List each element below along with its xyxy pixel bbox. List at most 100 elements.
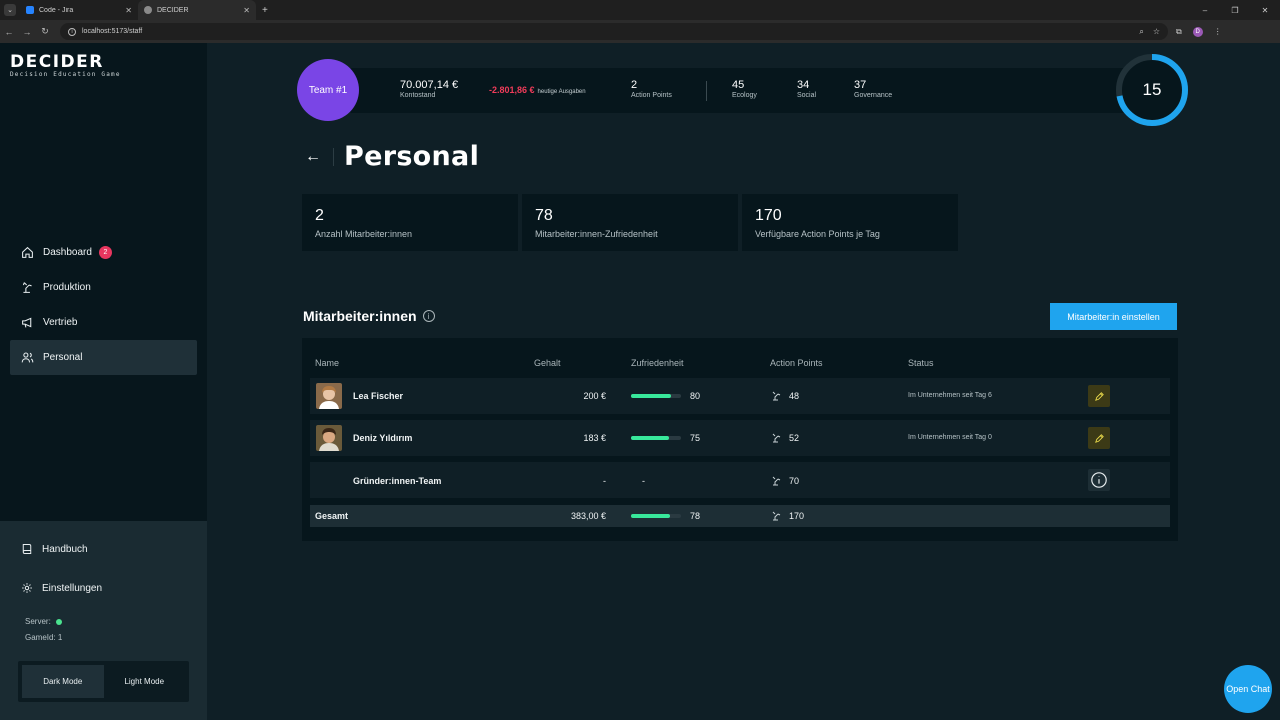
satisfaction-bar-fill xyxy=(631,436,669,440)
zoom-icon[interactable]: ⌕ xyxy=(1139,27,1143,37)
minimize-icon[interactable]: – xyxy=(1190,6,1220,15)
browser-tabbar: ⌄ Code - Jira ✕ DECIDER ✕ + – ❐ ✕ xyxy=(0,0,1280,20)
sidebar-item-handbuch[interactable]: Handbuch xyxy=(21,543,88,555)
book-icon xyxy=(22,544,32,554)
sidebar-item-dashboard[interactable]: Dashboard 2 xyxy=(10,235,197,270)
info-icon xyxy=(1091,472,1107,488)
satisfaction-bar xyxy=(631,394,681,398)
close-window-icon[interactable]: ✕ xyxy=(1250,6,1280,15)
pencil-icon xyxy=(1094,391,1104,401)
action-point-icon xyxy=(772,476,781,486)
info-icon[interactable]: i xyxy=(422,310,435,322)
forward-icon[interactable]: → xyxy=(18,27,36,37)
sidebar-item-vertrieb[interactable]: Vertrieb xyxy=(10,305,197,340)
employee-status: Im Unternehmen seit Tag 0 xyxy=(908,434,992,441)
sidebar-footer: Handbuch Einstellungen Server: GameId: 1… xyxy=(0,521,207,720)
employee-avatar xyxy=(316,425,342,451)
close-icon[interactable]: ✕ xyxy=(125,6,132,15)
brand-logo[interactable]: DECIDER Decision Education Game xyxy=(10,52,121,78)
edit-employee-button[interactable] xyxy=(1088,427,1110,449)
hire-employee-button[interactable]: Mitarbeiter:in einstellen xyxy=(1050,303,1177,330)
gear-icon xyxy=(22,583,32,593)
total-satisfaction: 78 xyxy=(690,511,701,521)
edit-employee-button[interactable] xyxy=(1088,385,1110,407)
employee-salary: 183 € xyxy=(583,433,606,443)
extensions-icon[interactable]: ⧉ xyxy=(1176,27,1182,37)
sidebar-item-einstellungen[interactable]: Einstellungen xyxy=(21,582,102,594)
team-badge[interactable]: Team #1 xyxy=(297,59,359,121)
profile-avatar[interactable]: D xyxy=(1192,26,1203,37)
page-header: ← Personal xyxy=(305,141,479,172)
table-row[interactable]: Lea Fischer 200 € 80 48 Im Unternehmen s… xyxy=(310,378,1170,414)
satisfaction-bar-fill xyxy=(631,514,670,518)
dark-mode-button[interactable]: Dark Mode xyxy=(22,665,104,698)
jira-icon xyxy=(26,6,34,14)
action-points-stat: 2 Action Points xyxy=(631,79,672,99)
sidebar-item-produktion[interactable]: Produktion xyxy=(10,270,197,305)
sidebar-nav: Dashboard 2 Produktion Vertrieb Personal xyxy=(10,235,197,375)
bookmark-star-icon[interactable]: ☆ xyxy=(1153,27,1160,36)
back-icon[interactable]: ← xyxy=(0,27,18,37)
action-point-icon xyxy=(772,511,781,521)
site-info-icon[interactable]: i xyxy=(68,27,76,36)
section-title: Mitarbeiter:innen i xyxy=(303,308,435,324)
total-salary: 383,00 € xyxy=(570,511,606,521)
action-point-icon xyxy=(772,433,781,443)
browser-toolbar: ← → ↻ i localhost:5173/staff ⌕ ☆ ⧉ D ⋮ xyxy=(0,20,1280,43)
globe-icon xyxy=(144,6,152,14)
game-stats-bar: 70.007,14 € Kontostand -2.801,86 € heutig… xyxy=(350,68,1153,113)
kpi-satisfaction: 78 Mitarbeiter:innen-Zufriedenheit xyxy=(522,194,738,251)
table-row[interactable]: Gründer:innen-Team - - 70 xyxy=(310,462,1170,498)
sidebar: DECIDER Decision Education Game Dashboar… xyxy=(0,43,207,720)
action-points-value: 48 xyxy=(789,391,800,401)
column-header-salary: Gehalt xyxy=(534,358,561,368)
users-icon xyxy=(21,352,34,363)
employee-name: Lea Fischer xyxy=(353,391,404,401)
employee-status: Im Unternehmen seit Tag 6 xyxy=(908,392,992,399)
robot-arm-icon xyxy=(22,282,32,293)
sidebar-item-personal[interactable]: Personal xyxy=(10,340,197,375)
stats-divider xyxy=(706,81,707,101)
tab-search-button[interactable]: ⌄ xyxy=(4,4,16,16)
ecology-stat: 45 Ecology xyxy=(732,79,757,99)
browser-tab-decider[interactable]: DECIDER ✕ xyxy=(138,0,256,20)
game-id: GameId: 1 xyxy=(25,633,63,642)
main-content: 70.007,14 € Kontostand -2.801,86 € heutig… xyxy=(207,43,1280,720)
page-title: Personal xyxy=(344,141,480,172)
table-row[interactable]: Deniz Yıldırım 183 € 75 52 Im Unternehme… xyxy=(310,420,1170,456)
column-header-satisfaction: Zufriedenheit xyxy=(631,358,684,368)
address-bar[interactable]: i localhost:5173/staff ⌕ ☆ xyxy=(60,23,1168,40)
back-arrow-icon[interactable]: ← xyxy=(305,148,329,166)
founders-info-button[interactable] xyxy=(1088,469,1110,491)
kpi-employee-count: 2 Anzahl Mitarbeiter:innen xyxy=(302,194,518,251)
header-divider xyxy=(333,147,334,166)
day-counter: 15 xyxy=(1142,80,1162,99)
menu-dots-icon[interactable]: ⋮ xyxy=(1214,27,1222,36)
column-header-status: Status xyxy=(908,358,934,368)
server-online-indicator xyxy=(55,618,62,625)
close-icon[interactable]: ✕ xyxy=(243,6,250,15)
kpi-action-points: 170 Verfügbare Action Points je Tag xyxy=(742,194,958,251)
browser-tab-jira[interactable]: Code - Jira ✕ xyxy=(20,0,138,20)
megaphone-icon xyxy=(22,317,32,328)
notification-badge: 2 xyxy=(98,246,112,259)
reload-icon[interactable]: ↻ xyxy=(36,26,54,37)
satisfaction-bar-fill xyxy=(631,394,671,398)
satisfaction-value: 80 xyxy=(690,391,701,401)
new-tab-button[interactable]: + xyxy=(256,5,274,16)
restore-icon[interactable]: ❐ xyxy=(1220,6,1250,15)
table-total-row: Gesamt 383,00 € 78 170 xyxy=(310,505,1170,527)
employee-salary: 200 € xyxy=(583,391,606,401)
total-action-points: 170 xyxy=(789,511,805,521)
employee-avatar xyxy=(316,383,342,409)
balance-stat: 70.007,14 € Kontostand xyxy=(400,79,459,99)
employee-name: Gründer:innen-Team xyxy=(353,476,442,486)
server-status: Server: xyxy=(25,617,62,626)
light-mode-button[interactable]: Light Mode xyxy=(104,665,186,698)
social-stat: 34 Social xyxy=(797,79,817,99)
action-points-value: 70 xyxy=(789,476,800,486)
url-text: localhost:5173/staff xyxy=(82,28,143,35)
open-chat-button[interactable]: Open Chat xyxy=(1224,665,1272,713)
expenses-stat: -2.801,86 € heutige Ausgaben xyxy=(489,85,586,95)
home-icon xyxy=(22,246,33,258)
